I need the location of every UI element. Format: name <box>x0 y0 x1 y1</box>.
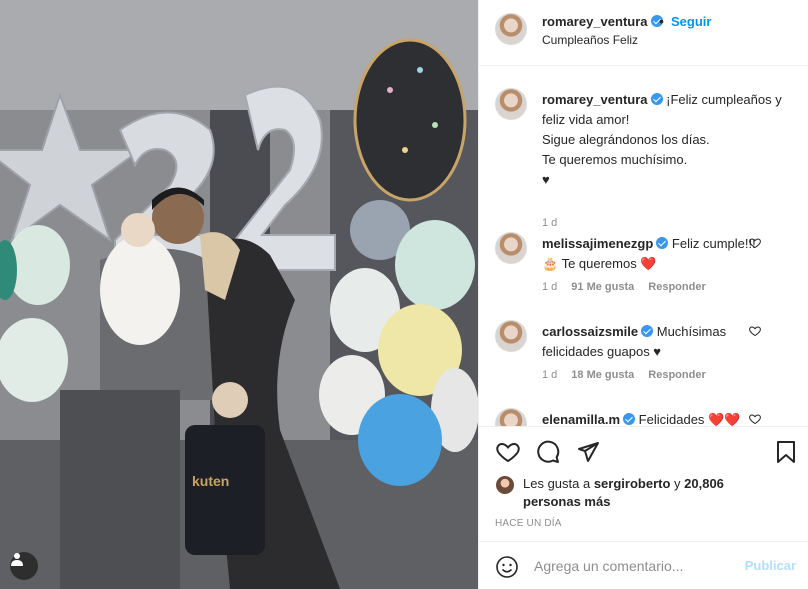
caption-time: 1 d <box>542 217 558 229</box>
reply-button[interactable]: Responder <box>648 281 705 293</box>
caption-username[interactable]: romarey_ventura <box>542 92 663 107</box>
comment-meta: 1 d 18 Me gusta Responder <box>542 369 706 381</box>
verified-badge-icon <box>623 413 636 425</box>
comment-icon[interactable] <box>535 440 561 464</box>
share-icon[interactable] <box>575 440 601 464</box>
verified-badge-icon <box>641 325 654 337</box>
post-actions: Les gusta a sergiroberto y 20,806 person… <box>479 426 808 589</box>
author-username[interactable]: romarey_ventura <box>542 14 663 29</box>
likes-summary: Les gusta a sergiroberto y 20,806 person… <box>495 473 795 509</box>
comment-like-heart-icon[interactable] <box>749 237 761 249</box>
add-comment-bar: Publicar <box>479 541 808 589</box>
instagram-post: kuten romarey_ventura • Seguir Cumpleaño… <box>0 0 808 589</box>
emoji-icon[interactable] <box>495 555 519 579</box>
commenter-avatar[interactable] <box>495 408 527 426</box>
commenter-avatar[interactable] <box>495 320 527 352</box>
commenter-username[interactable]: carlossaizsmile <box>542 324 654 339</box>
commenter-avatar[interactable] <box>495 232 527 264</box>
commenter-username[interactable]: elenamilla.m <box>542 412 636 426</box>
comment-input[interactable] <box>534 555 734 577</box>
reply-button[interactable]: Responder <box>648 369 705 381</box>
heart-icon[interactable] <box>495 440 521 464</box>
post-header: romarey_ventura • Seguir Cumpleaños Feli… <box>479 0 808 66</box>
caption-text: romarey_ventura ¡Feliz cumpleaños y feli… <box>542 92 782 187</box>
author-avatar[interactable] <box>495 13 527 45</box>
post-timestamp[interactable]: HACE UN DÍA <box>495 518 562 529</box>
caption-avatar[interactable] <box>495 88 527 120</box>
comment-like-heart-icon[interactable] <box>749 413 761 425</box>
liker-username[interactable]: sergiroberto <box>594 476 671 491</box>
tagged-users-button[interactable] <box>10 552 38 580</box>
location-link[interactable]: Cumpleaños Feliz <box>542 33 638 47</box>
liker-avatar[interactable] <box>495 475 515 495</box>
comment-text: elenamilla.m Felicidades ❤️❤️ <box>542 412 741 426</box>
post-photo[interactable]: kuten <box>0 0 478 589</box>
separator-dot: • <box>659 13 664 29</box>
svg-text:kuten: kuten <box>192 473 229 489</box>
person-icon <box>11 553 23 566</box>
comment-like-heart-icon[interactable] <box>749 325 761 337</box>
comment-time: 1 d <box>542 369 558 381</box>
photo-illustration: kuten <box>0 0 478 589</box>
bookmark-icon[interactable] <box>775 440 797 464</box>
comment-likes[interactable]: 91 Me gusta <box>571 281 634 293</box>
verified-badge-icon <box>650 93 663 105</box>
follow-button[interactable]: Seguir <box>671 14 711 29</box>
comments-list[interactable]: romarey_ventura ¡Feliz cumpleaños y feli… <box>479 66 808 426</box>
comment-meta: 1 d 91 Me gusta Responder <box>542 281 706 293</box>
verified-badge-icon <box>656 237 669 249</box>
post-side-panel: romarey_ventura • Seguir Cumpleaños Feli… <box>478 0 808 589</box>
comment-likes[interactable]: 18 Me gusta <box>571 369 634 381</box>
commenter-username[interactable]: melissajimenezgp <box>542 236 669 251</box>
comment-text: carlossaizsmile Muchísimas felicidades g… <box>542 324 727 359</box>
comment-time: 1 d <box>542 281 558 293</box>
publish-button[interactable]: Publicar <box>745 558 796 573</box>
likes-text: Les gusta a sergiroberto y 20,806 person… <box>523 476 724 509</box>
comment-text: melissajimenezgp Feliz cumple!!! 🎂 Te qu… <box>542 236 756 271</box>
